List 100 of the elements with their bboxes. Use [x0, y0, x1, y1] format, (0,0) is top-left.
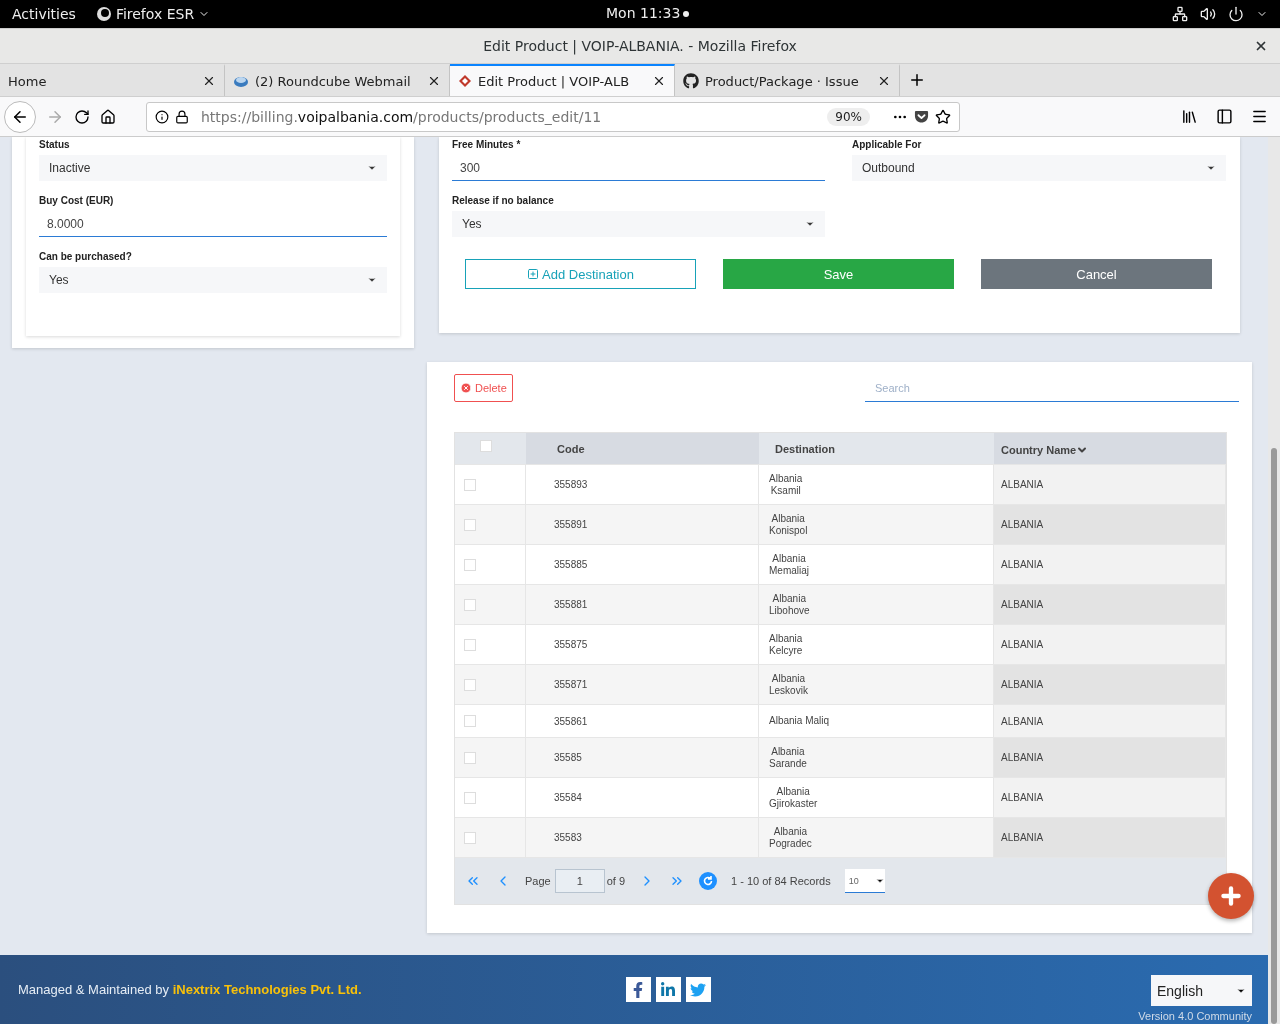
field-label: Buy Cost (EUR) — [39, 195, 115, 206]
table-cell: 35583 — [554, 832, 582, 843]
table-cell: 355891 — [554, 519, 588, 530]
table-cell: Albania Gjirokaster — [769, 785, 818, 810]
language-select[interactable]: English — [1151, 975, 1252, 1006]
browser-tab[interactable]: Edit Product | VOIP-ALB — [450, 64, 675, 96]
table-cell: ALBANIA — [1001, 559, 1044, 570]
checkbox[interactable] — [464, 791, 476, 804]
checkbox[interactable] — [464, 518, 476, 531]
field-label: Can be purchased? — [39, 251, 133, 262]
close-icon[interactable] — [427, 74, 441, 88]
table-cell: ALBANIA — [1001, 599, 1044, 610]
app-menu[interactable]: Firefox ESR — [95, 6, 211, 22]
close-icon[interactable] — [1254, 39, 1268, 53]
url-text: https://billing.voipalbania.com/products/products_edit/11 — [201, 108, 603, 125]
version-text: Version 4.0 Community — [1138, 1010, 1252, 1022]
close-icon[interactable] — [877, 74, 891, 88]
plus-icon — [1218, 883, 1244, 909]
caret-icon — [805, 219, 815, 229]
home-icon[interactable] — [100, 108, 116, 125]
github-icon — [683, 73, 699, 89]
table-cell: ALBANIA — [1001, 519, 1044, 530]
select-field[interactable]: Inactive — [39, 155, 387, 181]
checkbox[interactable] — [464, 751, 476, 764]
table-cell: Albania Libohove — [769, 592, 810, 617]
table-cell: Albania Kelcyre — [769, 632, 803, 657]
window-title: Edit Product | VOIP-ALBANIA. - Mozilla Firefox — [483, 38, 797, 54]
table-cell: ALBANIA — [1001, 832, 1044, 843]
twitter-icon[interactable] — [690, 981, 707, 998]
plus-square-icon — [527, 268, 540, 280]
pocket-icon[interactable] — [914, 109, 929, 124]
select-field[interactable]: Yes — [452, 211, 825, 237]
records-count: 1 - 10 of 84 Records — [731, 875, 831, 887]
input-field[interactable]: 300 — [452, 155, 825, 181]
table-cell: Albania Maliq — [769, 715, 830, 727]
page-size-select[interactable]: 10 — [844, 869, 885, 893]
back-button[interactable] — [4, 100, 36, 133]
info-icon — [155, 109, 169, 124]
table-cell: 355871 — [554, 679, 588, 690]
table-cell: Albania Leskovik — [769, 672, 808, 697]
table-cell: 35585 — [554, 752, 582, 763]
firefox-icon — [95, 6, 112, 22]
table-cell: 35584 — [554, 792, 582, 803]
page-field[interactable]: 1 — [554, 869, 605, 893]
table-cell: ALBANIA — [1001, 639, 1044, 650]
close-icon[interactable] — [202, 74, 216, 88]
column-header[interactable]: Destination — [759, 433, 994, 464]
checkbox[interactable] — [464, 558, 476, 571]
table-cell: ALBANIA — [1001, 479, 1044, 490]
new-tab-icon[interactable] — [908, 71, 926, 89]
power-icon[interactable] — [1228, 6, 1244, 22]
table-cell: 355875 — [554, 639, 588, 650]
library-icon[interactable] — [1181, 108, 1198, 125]
table-cell: Albania Memaliaj — [769, 552, 809, 577]
table-cell: Albania Konispol — [769, 512, 808, 537]
caret-icon — [1206, 163, 1216, 173]
refresh-icon[interactable] — [699, 872, 718, 890]
close-icon[interactable] — [652, 74, 666, 88]
linkedin-icon[interactable] — [660, 981, 677, 998]
table-cell: ALBANIA — [1001, 679, 1044, 690]
network-icon[interactable] — [1172, 6, 1188, 22]
checkbox[interactable] — [464, 678, 476, 691]
menu-icon[interactable] — [1251, 108, 1268, 125]
action-button[interactable]: Cancel — [981, 259, 1212, 289]
delete-button[interactable]: Delete — [454, 374, 513, 402]
column-header[interactable]: Country Name — [994, 433, 1226, 464]
checkbox[interactable] — [464, 638, 476, 651]
caret-icon — [367, 163, 377, 173]
field-label: Applicable For — [852, 139, 923, 150]
checkbox[interactable] — [480, 440, 492, 452]
footer-credit: Managed & Maintained by iNextrix Technologies Pvt. Ltd. — [18, 982, 362, 997]
reload-icon[interactable] — [74, 108, 90, 125]
caret-icon — [367, 275, 377, 285]
page-label: Page — [525, 875, 551, 887]
table-cell: ALBANIA — [1001, 792, 1044, 803]
field-label: Free Minutes * — [452, 139, 522, 150]
column-header[interactable]: Code — [526, 433, 759, 464]
address-bar[interactable]: https://billing.voipalbania.com/products/products_edit/11 90% — [146, 101, 960, 132]
checkbox[interactable] — [464, 831, 476, 844]
browser-tab[interactable]: Product/Package · Issue — [675, 64, 900, 96]
select-field[interactable]: Outbound — [852, 155, 1226, 181]
table-cell: Albania Sarande — [769, 745, 807, 770]
table-cell: 355881 — [554, 599, 588, 610]
select-field[interactable]: Yes — [39, 267, 387, 293]
volume-icon[interactable] — [1200, 6, 1216, 22]
sidebar-icon[interactable] — [1216, 108, 1233, 125]
zoom-level[interactable]: 90% — [827, 107, 870, 126]
close-circle-icon — [460, 382, 472, 394]
input-field[interactable]: 8.0000 — [39, 211, 387, 237]
diamond-icon — [458, 74, 472, 88]
checkbox[interactable] — [464, 598, 476, 611]
table-cell: 355861 — [554, 715, 588, 727]
table-cell: ALBANIA — [1001, 752, 1044, 763]
star-icon[interactable] — [935, 108, 951, 125]
activities-button[interactable]: Activities — [12, 6, 76, 22]
table-cell: ALBANIA — [1001, 715, 1044, 727]
clock[interactable]: Mon 11:33 — [606, 5, 690, 21]
browser-tab[interactable]: Home — [0, 64, 225, 96]
checkbox[interactable] — [464, 715, 476, 727]
checkbox[interactable] — [464, 478, 476, 491]
